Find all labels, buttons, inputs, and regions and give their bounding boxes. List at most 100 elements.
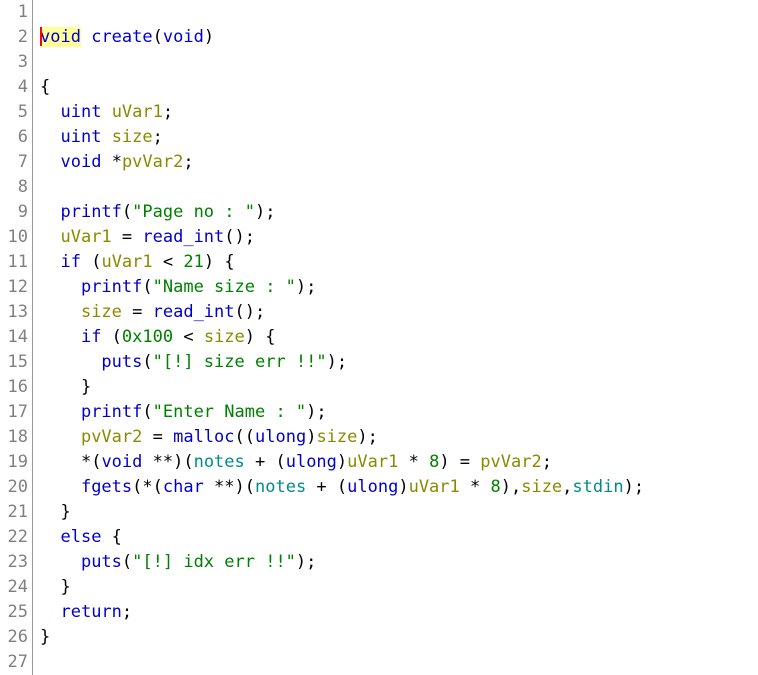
call-read-int[interactable]: read_int [142,227,224,247]
function-name-create[interactable]: create [91,27,152,47]
code-line-18[interactable]: pvVar2 = malloc((ulong)size); [40,425,758,450]
line-number: 21 [7,502,28,522]
variable-uVar1[interactable]: uVar1 [60,227,111,247]
keyword-if[interactable]: if [60,252,80,272]
code-line-25[interactable]: return; [40,600,758,625]
string-literal[interactable]: "Name size : " [153,277,296,297]
paren-close-brace: ) { [244,327,276,347]
type-char[interactable]: char [163,477,204,497]
code-line-14[interactable]: if (0x100 < size) { [40,325,758,350]
keyword-if[interactable]: if [81,327,101,347]
code-line-5[interactable]: uint uVar1; [40,100,758,125]
brace-close: } [60,577,71,597]
number-literal-hex[interactable]: 0x100 [122,327,173,347]
code-line-7[interactable]: void *pvVar2; [40,150,758,175]
highlighted-token-void[interactable]: void [40,27,81,47]
code-line-21[interactable]: } [40,500,758,525]
type-void[interactable]: void [101,452,142,472]
code-line-13[interactable]: size = read_int(); [40,300,758,325]
type-uint[interactable]: uint [60,102,101,122]
code-line-17[interactable]: printf("Enter Name : "); [40,400,758,425]
string-literal[interactable]: "Page no : " [132,202,255,222]
code-line-11[interactable]: if (uVar1 < 21) { [40,250,758,275]
variable-uVar1[interactable]: uVar1 [409,477,460,497]
number-literal[interactable]: 8 [429,452,439,472]
number-literal[interactable]: 21 [183,252,203,272]
code-line-2[interactable]: void create(void) [40,25,758,50]
assign-operator: = [142,427,174,447]
code-line-26[interactable]: } [40,625,758,650]
code-line-15[interactable]: puts("[!] size err !!"); [40,350,758,375]
type-ulong[interactable]: ulong [347,477,398,497]
semicolon: ; [121,602,133,622]
code-line-3[interactable] [40,50,758,75]
type-ulong[interactable]: ulong [286,452,337,472]
text-caret [40,27,42,46]
code-line-23[interactable]: puts("[!] idx err !!"); [40,550,758,575]
call-printf[interactable]: printf [81,277,142,297]
type-ulong[interactable]: ulong [255,427,306,447]
code-line-1[interactable] [40,0,758,25]
global-notes[interactable]: notes [194,452,245,472]
paren-close-assign: ) = [439,452,481,472]
variable-uVar1[interactable]: uVar1 [347,452,398,472]
variable-size[interactable]: size [81,302,122,322]
code-line-24[interactable]: } [40,575,758,600]
line-number: 22 [7,527,28,547]
call-printf[interactable]: printf [81,402,142,422]
type-uint[interactable]: uint [60,127,101,147]
variable-pvVar2[interactable]: pvVar2 [122,152,183,172]
line-number: 8 [17,177,28,197]
variable-uVar1[interactable]: uVar1 [112,102,163,122]
code-line-12[interactable]: printf("Name size : "); [40,275,758,300]
variable-uVar1[interactable]: uVar1 [101,252,152,272]
variable-pvVar2[interactable]: pvVar2 [81,427,142,447]
string-literal[interactable]: "Enter Name : " [153,402,307,422]
line-number-gutter: 1 2 3 4 5 6 7 8 9 10 11 12 13 14 15 16 1… [0,0,33,675]
call-malloc[interactable]: malloc [173,427,234,447]
keyword-return[interactable]: return [60,602,121,622]
code-text-area[interactable]: void create(void) { uint uVar1; uint siz… [33,0,758,675]
variable-size[interactable]: size [521,477,562,497]
keyword-else[interactable]: else [60,527,101,547]
type-void[interactable]: void [163,27,204,47]
global-stdin[interactable]: stdin [572,477,623,497]
variable-size[interactable]: size [112,127,153,147]
string-literal[interactable]: "[!] idx err !!" [132,552,296,572]
code-line-4[interactable]: { [40,75,758,100]
code-line-10[interactable]: uVar1 = read_int(); [40,225,758,250]
type-void[interactable]: void [60,152,101,172]
line-number: 25 [7,602,28,622]
plus-paren: + ( [244,452,286,472]
global-notes[interactable]: notes [255,477,306,497]
semicolon: ; [541,452,552,472]
call-puts[interactable]: puts [81,552,122,572]
code-line-6[interactable]: uint size; [40,125,758,150]
paren-close-comma: ), [500,477,522,497]
string-literal[interactable]: "[!] size err !!" [153,352,327,372]
call-puts[interactable]: puts [101,352,142,372]
variable-size[interactable]: size [204,327,245,347]
code-line-8[interactable] [40,175,758,200]
call-read-int[interactable]: read_int [153,302,235,322]
code-line-16[interactable]: } [40,375,758,400]
number-literal[interactable]: 8 [490,477,500,497]
code-line-27[interactable] [40,650,758,675]
code-line-22[interactable]: else { [40,525,758,550]
code-line-20[interactable]: fgets(*(char **)(notes + (ulong)uVar1 * … [40,475,758,500]
paren-close: ) [306,427,317,447]
line-number: 4 [17,77,28,97]
line-number: 10 [7,227,28,247]
variable-size[interactable]: size [316,427,357,447]
call-printf[interactable]: printf [60,202,121,222]
code-line-19[interactable]: *(void **)(notes + (ulong)uVar1 * 8) = p… [40,450,758,475]
variable-pvVar2[interactable]: pvVar2 [480,452,541,472]
decompiler-code-view[interactable]: 1 2 3 4 5 6 7 8 9 10 11 12 13 14 15 16 1… [0,0,758,675]
call-fgets[interactable]: fgets [81,477,132,497]
code-line-9[interactable]: printf("Page no : "); [40,200,758,225]
line-number: 13 [7,302,28,322]
